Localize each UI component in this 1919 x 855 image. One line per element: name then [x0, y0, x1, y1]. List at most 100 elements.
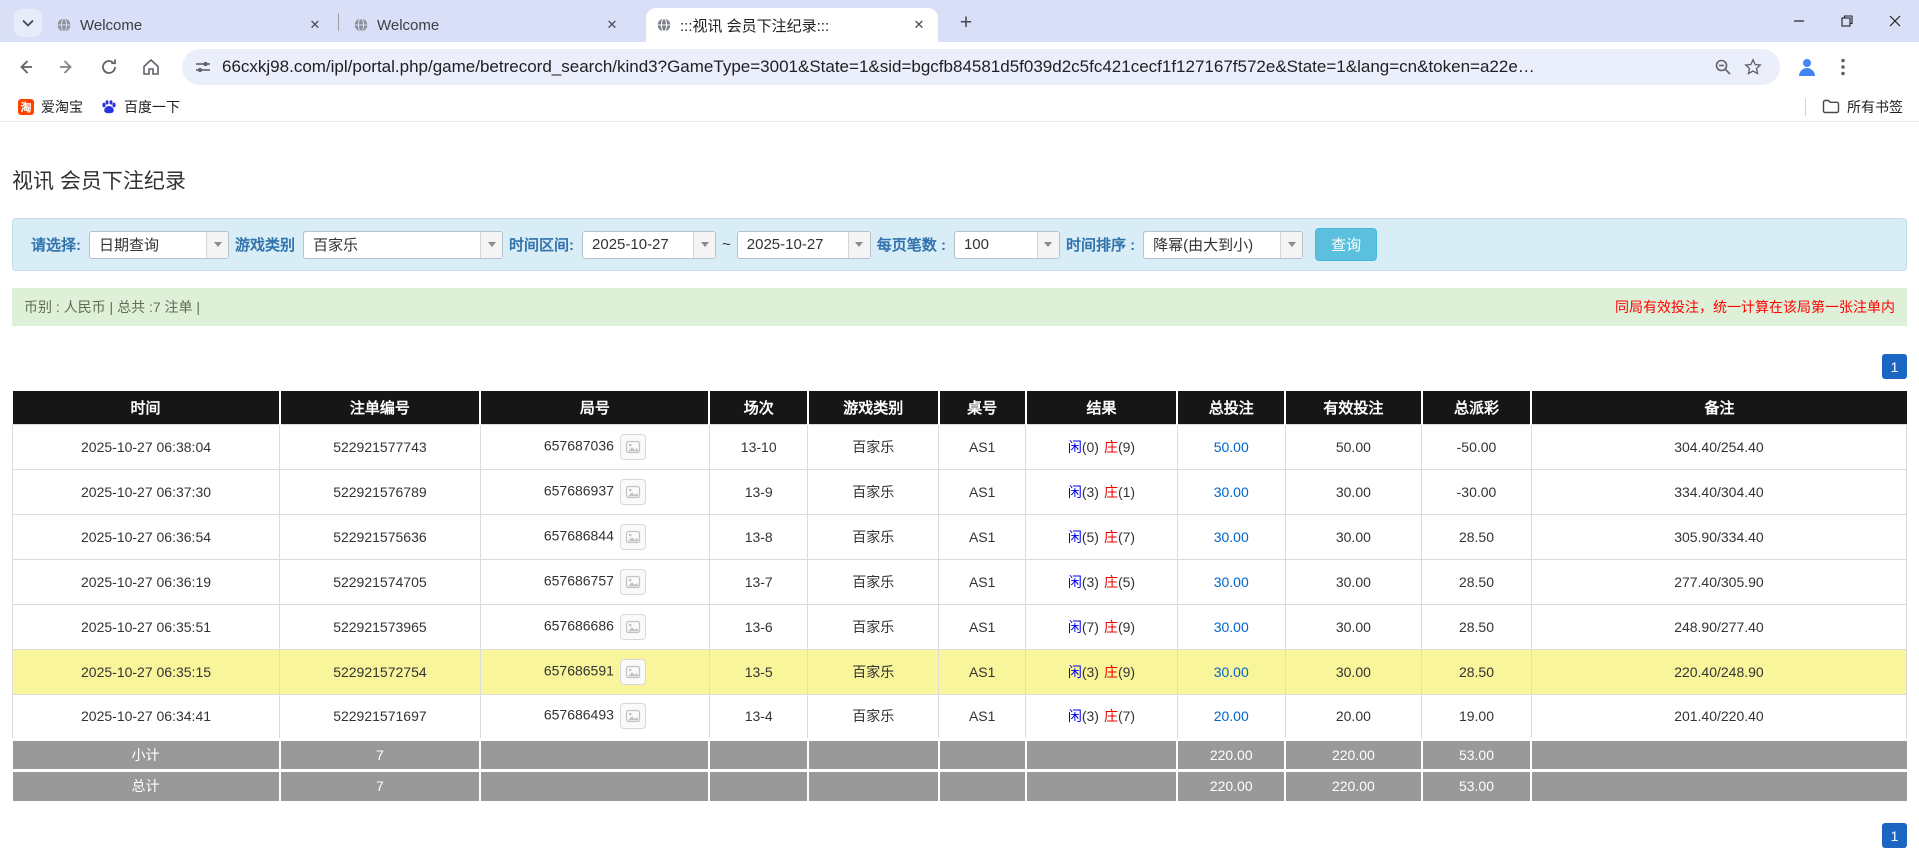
cell-payout: 28.50	[1422, 514, 1532, 559]
cell-note: 304.40/254.40	[1531, 424, 1906, 469]
cell-bet-id: 522921577743	[280, 424, 481, 469]
browser-tab-active[interactable]: :::视讯 会员下注纪录::: ✕	[646, 8, 938, 42]
video-replay-button[interactable]	[620, 479, 646, 505]
sum-empty	[1026, 770, 1178, 801]
browser-menu-button[interactable]	[1828, 50, 1858, 84]
round-id-text: 657686591	[544, 662, 614, 678]
restore-button[interactable]	[1823, 0, 1871, 42]
minimize-button[interactable]	[1775, 0, 1823, 42]
cell-total-bet: 30.00	[1177, 514, 1285, 559]
total-bet-link[interactable]: 50.00	[1214, 439, 1249, 455]
table-row: 2025-10-27 06:38:04522921577743657687036…	[13, 424, 1907, 469]
search-button[interactable]: 查询	[1315, 228, 1377, 261]
dropdown-arrow-icon[interactable]	[1280, 232, 1302, 258]
browser-toolbar: 66cxkj98.com/ipl/portal.php/game/betreco…	[0, 42, 1919, 92]
tab-close-icon[interactable]: ✕	[306, 16, 324, 34]
pagination-page-1[interactable]: 1	[1882, 823, 1907, 848]
time-sort-value: 降幂(由大到小)	[1144, 232, 1280, 258]
close-window-button[interactable]	[1871, 0, 1919, 42]
table-header-row: 时间注单编号局号场次游戏类别桌号结果总投注有效投注总派彩备注	[13, 391, 1907, 424]
dropdown-arrow-icon[interactable]	[693, 232, 715, 258]
sum-label: 小计	[13, 739, 280, 770]
tab-title: :::视讯 会员下注纪录:::	[680, 15, 902, 36]
sum-total-bet: 220.00	[1177, 770, 1285, 801]
cell-game-type: 百家乐	[808, 694, 939, 739]
back-button[interactable]	[8, 50, 42, 84]
cell-bet-id: 522921572754	[280, 649, 481, 694]
per-page-value: 100	[955, 232, 1037, 258]
forward-button[interactable]	[50, 50, 84, 84]
cell-total-bet: 30.00	[1177, 649, 1285, 694]
video-replay-button[interactable]	[620, 569, 646, 595]
cell-valid-bet: 30.00	[1285, 604, 1421, 649]
sum-payout: 53.00	[1422, 770, 1532, 801]
globe-icon	[56, 17, 72, 33]
forward-icon	[57, 57, 77, 77]
video-replay-button[interactable]	[620, 434, 646, 460]
date-to-select[interactable]: 2025-10-27	[737, 231, 871, 259]
round-id-text: 657686844	[544, 527, 614, 543]
total-bet-link[interactable]: 30.00	[1214, 484, 1249, 500]
total-bet-link[interactable]: 30.00	[1214, 574, 1249, 590]
date-from-select[interactable]: 2025-10-27	[582, 231, 716, 259]
total-bet-link[interactable]: 30.00	[1214, 664, 1249, 680]
sum-empty	[709, 739, 807, 770]
address-bar[interactable]: 66cxkj98.com/ipl/portal.php/game/betreco…	[182, 49, 1780, 85]
cell-round-id: 657686591	[480, 649, 709, 694]
dropdown-arrow-icon[interactable]	[206, 232, 228, 258]
cell-game-type: 百家乐	[808, 649, 939, 694]
cell-session: 13-4	[709, 694, 807, 739]
browser-tab-2[interactable]: Welcome ✕	[343, 8, 631, 42]
video-replay-button[interactable]	[620, 524, 646, 550]
reload-button[interactable]	[92, 50, 126, 84]
cell-note: 334.40/304.40	[1531, 469, 1906, 514]
cell-time: 2025-10-27 06:35:51	[13, 604, 280, 649]
tab-close-icon[interactable]: ✕	[603, 16, 621, 34]
dropdown-arrow-icon[interactable]	[1037, 232, 1059, 258]
pagination-page-1[interactable]: 1	[1882, 354, 1907, 379]
sum-empty	[1531, 770, 1906, 801]
page-content: 视讯 会员下注纪录 请选择: 日期查询 游戏类别 百家乐 时间区间: 2025-…	[0, 123, 1919, 855]
query-type-select[interactable]: 日期查询	[89, 231, 229, 259]
pagination-bottom: 1	[12, 823, 1907, 848]
taobao-icon: 淘	[18, 99, 34, 115]
dropdown-arrow-icon[interactable]	[848, 232, 870, 258]
site-info-icon	[194, 58, 212, 76]
zoom-button[interactable]	[1708, 52, 1738, 82]
col-header-payout: 总派彩	[1422, 391, 1532, 424]
total-bet-link[interactable]: 20.00	[1214, 708, 1249, 724]
tab-divider	[338, 13, 339, 31]
video-replay-button[interactable]	[620, 703, 646, 729]
result-player-label: 闲	[1068, 529, 1082, 545]
bookmark-aitaobao[interactable]: 淘 爱淘宝	[18, 97, 83, 117]
tab-search-button[interactable]	[14, 9, 42, 37]
video-replay-button[interactable]	[620, 614, 646, 640]
query-type-value: 日期查询	[90, 232, 206, 258]
bookmark-baidu[interactable]: 百度一下	[101, 97, 180, 117]
bookmark-star-button[interactable]	[1738, 52, 1768, 82]
browser-tab-1[interactable]: Welcome ✕	[46, 8, 334, 42]
game-type-select[interactable]: 百家乐	[303, 231, 503, 259]
tab-close-icon[interactable]: ✕	[910, 16, 928, 34]
table-row: 2025-10-27 06:36:19522921574705657686757…	[13, 559, 1907, 604]
total-row: 总计7220.00220.0053.00	[13, 770, 1907, 801]
total-bet-link[interactable]: 30.00	[1214, 529, 1249, 545]
result-player-label: 闲	[1068, 708, 1082, 724]
profile-button[interactable]	[1790, 50, 1824, 84]
new-tab-button[interactable]: +	[952, 9, 980, 37]
cell-game-type: 百家乐	[808, 559, 939, 604]
time-sort-select[interactable]: 降幂(由大到小)	[1143, 231, 1303, 259]
video-replay-button[interactable]	[620, 659, 646, 685]
all-bookmarks-button[interactable]: 所有书签	[1822, 97, 1903, 117]
cell-game-type: 百家乐	[808, 424, 939, 469]
result-banker-label: 庄	[1104, 708, 1118, 724]
home-button[interactable]	[134, 50, 168, 84]
total-bet-link[interactable]: 30.00	[1214, 619, 1249, 635]
sum-count: 7	[280, 739, 481, 770]
per-page-select[interactable]: 100	[954, 231, 1060, 259]
video-icon	[625, 439, 641, 455]
dropdown-arrow-icon[interactable]	[480, 232, 502, 258]
bet-table: 时间注单编号局号场次游戏类别桌号结果总投注有效投注总派彩备注2025-10-27…	[12, 391, 1907, 801]
time-sort-label: 时间排序 :	[1066, 234, 1135, 255]
cell-round-id: 657686937	[480, 469, 709, 514]
